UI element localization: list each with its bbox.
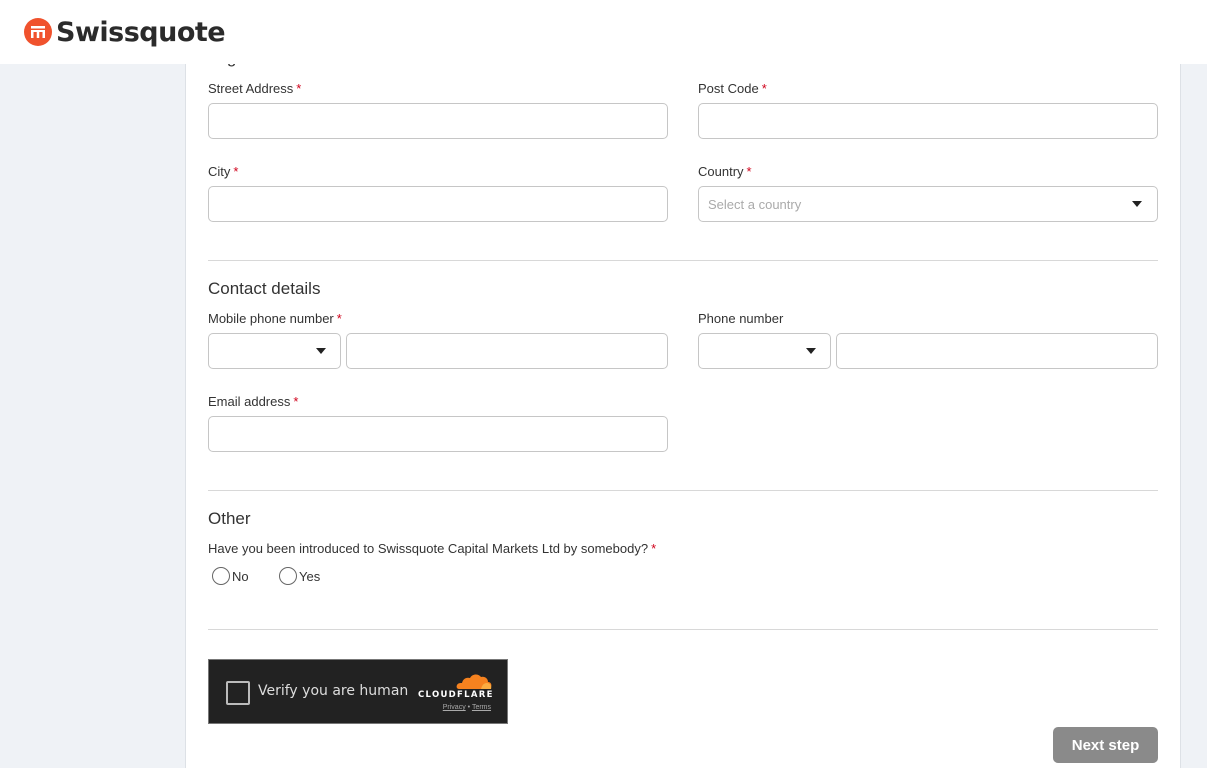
city-input[interactable] bbox=[208, 186, 668, 222]
privacy-link[interactable]: Privacy bbox=[443, 704, 466, 711]
radio-yes[interactable]: Yes bbox=[279, 567, 320, 585]
chevron-down-icon bbox=[1132, 201, 1142, 207]
country-placeholder: Select a country bbox=[708, 197, 802, 212]
radio-no-label: No bbox=[232, 568, 249, 584]
country-label: Country * bbox=[698, 164, 752, 179]
email-address-input[interactable] bbox=[208, 416, 668, 452]
radio-circle-icon[interactable] bbox=[279, 567, 297, 585]
country-select[interactable]: Select a country bbox=[698, 186, 1158, 222]
radio-yes-label: Yes bbox=[299, 568, 321, 584]
phone-number-label: Phone number bbox=[698, 311, 784, 326]
post-code-label: Post Code * bbox=[698, 81, 767, 96]
link-separator: • bbox=[467, 704, 471, 711]
mobile-country-code-select[interactable] bbox=[208, 333, 341, 369]
section-title-other: Other bbox=[208, 509, 251, 528]
captcha-checkbox[interactable] bbox=[226, 681, 250, 705]
email-address-label: Email address * bbox=[208, 394, 299, 409]
street-address-input[interactable] bbox=[208, 103, 668, 139]
section-title-contact-details: Contact details bbox=[208, 279, 321, 298]
cloudflare-captcha-widget: Verify you are human CLOUDFLARE Privacy … bbox=[208, 659, 508, 724]
next-step-button[interactable]: Next step bbox=[1053, 727, 1158, 763]
radio-circle-icon[interactable] bbox=[212, 567, 230, 585]
chevron-down-icon bbox=[806, 348, 816, 354]
chevron-down-icon bbox=[316, 348, 326, 354]
cloudflare-brand: CLOUDFLARE bbox=[418, 690, 494, 700]
radio-no[interactable]: No bbox=[212, 567, 249, 585]
post-code-input[interactable] bbox=[698, 103, 1158, 139]
brand-logo-text: Swissquote bbox=[56, 16, 226, 48]
mobile-phone-input[interactable] bbox=[346, 333, 668, 369]
captcha-text: Verify you are human bbox=[258, 683, 409, 699]
street-address-label: Street Address * bbox=[208, 81, 302, 96]
swissquote-logo-icon bbox=[24, 18, 52, 46]
cloudflare-cloud-icon bbox=[456, 674, 492, 689]
city-label: City * bbox=[208, 164, 239, 179]
phone-country-code-select[interactable] bbox=[698, 333, 831, 369]
divider bbox=[208, 490, 1158, 491]
divider bbox=[208, 260, 1158, 261]
phone-number-input[interactable] bbox=[836, 333, 1158, 369]
mobile-phone-label: Mobile phone number * bbox=[208, 311, 342, 326]
introduced-question-label: Have you been introduced to Swissquote C… bbox=[208, 541, 657, 556]
header: Swissquote bbox=[0, 0, 1207, 64]
divider bbox=[208, 629, 1158, 630]
captcha-links: Privacy • Terms bbox=[443, 704, 491, 711]
terms-link[interactable]: Terms bbox=[472, 704, 491, 711]
